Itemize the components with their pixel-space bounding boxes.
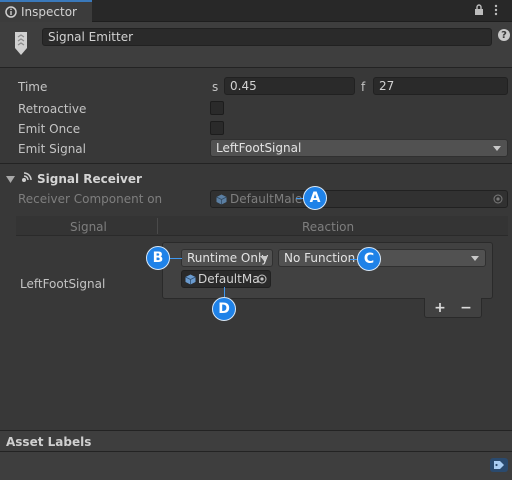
receiver-component-value: DefaultMale xyxy=(230,192,303,206)
retroactive-label: Retroactive xyxy=(18,102,87,116)
function-value: No Function xyxy=(284,251,356,265)
object-name-text: Signal Emitter xyxy=(48,30,134,44)
time-seconds-field[interactable]: 0.45 xyxy=(224,77,355,95)
emit-once-checkbox[interactable] xyxy=(210,121,224,135)
emit-once-label: Emit Once xyxy=(18,122,81,136)
chevron-down-icon xyxy=(471,256,479,261)
receiver-component-field: DefaultMale xyxy=(210,190,508,208)
callout-b-leader xyxy=(170,258,182,259)
chevron-down-icon xyxy=(493,146,501,151)
callout-b: B xyxy=(146,246,170,270)
kebab-menu-icon[interactable] xyxy=(494,4,498,19)
lock-icon[interactable] xyxy=(474,4,484,19)
emit-signal-label: Emit Signal xyxy=(18,142,86,156)
callout-d-leader xyxy=(224,287,225,297)
remove-button[interactable]: − xyxy=(455,300,477,316)
target-object-field[interactable]: DefaultMa xyxy=(181,270,271,288)
divider xyxy=(0,451,512,452)
inspector-icon xyxy=(5,6,17,18)
row-signal-name: LeftFootSignal xyxy=(20,277,106,291)
foldout-arrow-icon[interactable] xyxy=(6,173,15,187)
object-name-field[interactable]: Signal Emitter xyxy=(42,28,492,46)
help-icon[interactable]: ? xyxy=(498,29,510,41)
callout-c: C xyxy=(357,247,381,271)
asset-label-tag-icon[interactable] xyxy=(490,458,508,472)
gameobject-icon xyxy=(216,194,227,204)
time-label: Time xyxy=(18,80,48,94)
receiver-component-label: Receiver Component on xyxy=(18,192,163,206)
time-f-label: f xyxy=(361,80,366,94)
chevron-down-icon xyxy=(260,256,268,261)
divider xyxy=(0,163,512,164)
gameobject-icon xyxy=(185,274,196,284)
target-object-value: DefaultMa xyxy=(198,272,260,286)
add-remove-bar: + − xyxy=(424,298,482,318)
signal-receiver-title[interactable]: Signal Receiver xyxy=(37,172,142,186)
emit-signal-dropdown[interactable]: LeftFootSignal xyxy=(210,139,508,157)
runtime-mode-dropdown[interactable]: Runtime Only xyxy=(181,249,273,267)
callout-d: D xyxy=(212,297,236,321)
column-reaction: Reaction xyxy=(302,220,355,234)
time-frames-value: 27 xyxy=(379,79,395,93)
time-seconds-value: 0.45 xyxy=(230,79,257,93)
asset-labels-title: Asset Labels xyxy=(6,435,92,449)
object-picker-icon xyxy=(493,194,503,204)
runtime-mode-value: Runtime Only xyxy=(187,251,269,265)
time-s-label: s xyxy=(212,80,219,94)
object-picker-icon[interactable] xyxy=(257,274,267,284)
column-divider xyxy=(157,218,158,234)
emit-signal-value: LeftFootSignal xyxy=(216,141,302,155)
tab-inspector[interactable]: Inspector xyxy=(0,0,92,22)
callout-a: A xyxy=(303,186,327,210)
signal-emitter-icon xyxy=(14,30,28,59)
time-frames-field[interactable]: 27 xyxy=(373,77,508,95)
add-button[interactable]: + xyxy=(429,300,451,316)
retroactive-checkbox[interactable] xyxy=(210,101,224,115)
column-signal: Signal xyxy=(70,220,107,234)
signal-receiver-icon xyxy=(20,171,33,187)
tab-label: Inspector xyxy=(21,5,77,19)
function-dropdown[interactable]: No Function xyxy=(278,249,486,267)
